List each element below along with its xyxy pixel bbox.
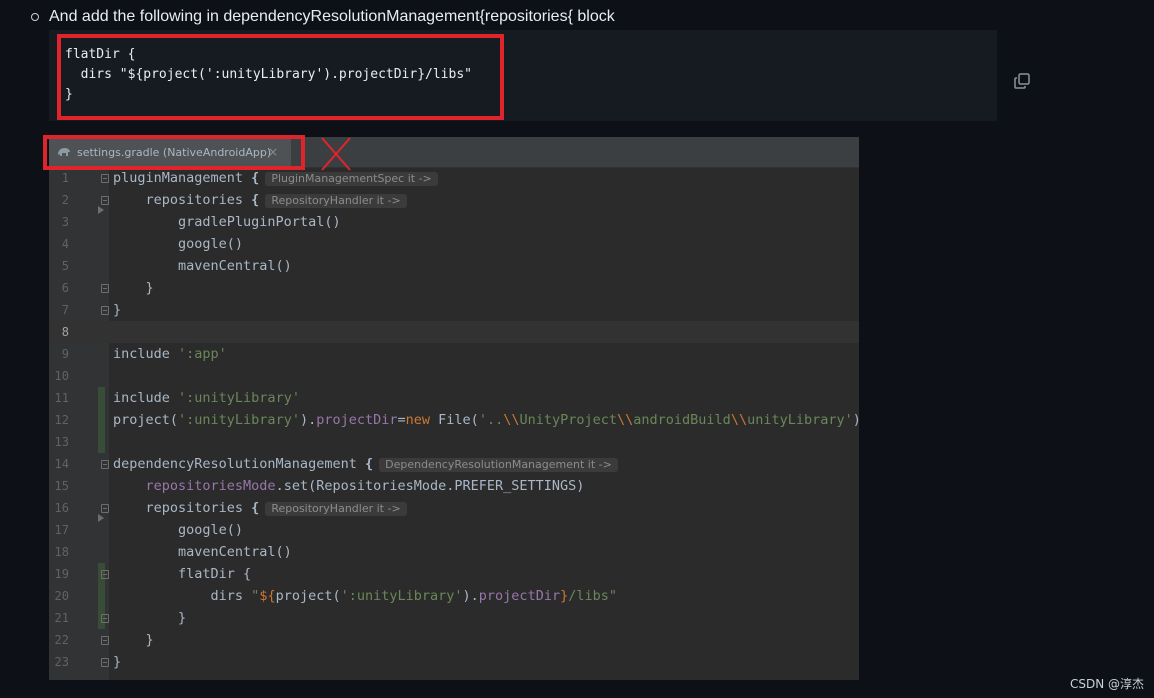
line-number: 22 xyxy=(54,633,69,647)
fold-icon[interactable] xyxy=(101,614,109,623)
code-line: 4 google() xyxy=(49,233,859,255)
code-text: repositories {RepositoryHandler it -> xyxy=(113,499,407,517)
line-number: 7 xyxy=(61,303,69,317)
copy-icon[interactable] xyxy=(1013,72,1031,90)
line-number: 11 xyxy=(54,391,69,405)
code-line: 20 dirs "${project(':unityLibrary').proj… xyxy=(49,585,859,607)
line-number: 20 xyxy=(54,589,69,603)
code-line: 9 include ':app' xyxy=(49,343,859,365)
line-number: 19 xyxy=(54,567,69,581)
fold-icon[interactable] xyxy=(101,636,109,645)
watermark: CSDN @淳杰 xyxy=(1070,677,1145,691)
fold-icon[interactable] xyxy=(101,284,109,293)
inlay-hint: RepositoryHandler it -> xyxy=(265,194,407,208)
fold-icon[interactable] xyxy=(101,196,109,205)
code-text: include ':app' xyxy=(113,346,227,362)
inlay-hint: PluginManagementSpec it -> xyxy=(265,172,438,186)
line-number: 15 xyxy=(54,479,69,493)
annotation-highlight-tab xyxy=(43,135,305,170)
code-line: 13 xyxy=(49,431,859,453)
line-number: 18 xyxy=(54,545,69,559)
list-bullet xyxy=(31,13,39,21)
code-text: google() xyxy=(113,236,244,252)
code-text: dirs "${project(':unityLibrary').project… xyxy=(113,588,617,604)
fold-icon[interactable] xyxy=(101,306,109,315)
code-line: 23 } xyxy=(49,651,859,673)
expand-arrow-icon[interactable] xyxy=(98,206,104,214)
red-x-mark xyxy=(321,137,351,171)
line-number: 5 xyxy=(61,259,69,273)
line-number: 16 xyxy=(54,501,69,515)
line-number: 8 xyxy=(61,325,69,339)
fold-icon[interactable] xyxy=(101,174,109,183)
code-text: flatDir { xyxy=(113,566,252,582)
line-number: 10 xyxy=(54,369,69,383)
code-text: } xyxy=(113,632,154,648)
line-number: 6 xyxy=(61,281,69,295)
line-number: 1 xyxy=(61,171,69,185)
code-line: 22 } xyxy=(49,629,859,651)
code-text: google() xyxy=(113,522,244,538)
line-number: 9 xyxy=(61,347,69,361)
line-number: 3 xyxy=(61,215,69,229)
code-line: 21 } xyxy=(49,607,859,629)
code-line: 15 repositoriesMode.set(RepositoriesMode… xyxy=(49,475,859,497)
code-line: 10 xyxy=(49,365,859,387)
code-text: gradlePluginPortal() xyxy=(113,214,341,230)
code-text: dependencyResolutionManagement {Dependen… xyxy=(113,455,618,473)
intro-text: And add the following in dependencyResol… xyxy=(49,8,615,25)
line-number: 23 xyxy=(54,655,69,669)
code-text: } xyxy=(113,302,122,318)
annotation-highlight-snippet xyxy=(57,34,504,120)
code-text: } xyxy=(113,610,187,626)
code-text: pluginManagement {PluginManagementSpec i… xyxy=(113,169,438,187)
line-number: 4 xyxy=(61,237,69,251)
code-text: repositories {RepositoryHandler it -> xyxy=(113,191,407,209)
code-line: 16 repositories {RepositoryHandler it -> xyxy=(49,497,859,519)
code-line: 7 } xyxy=(49,299,859,321)
code-line: 17 google() xyxy=(49,519,859,541)
line-number: 12 xyxy=(54,413,69,427)
code-line: 18 mavenCentral() xyxy=(49,541,859,563)
code-line: 11 include ':unityLibrary' xyxy=(49,387,859,409)
code-line: 2 repositories {RepositoryHandler it -> xyxy=(49,189,859,211)
code-text: repositoriesMode.set(RepositoriesMode.PR… xyxy=(145,478,585,494)
inlay-hint: RepositoryHandler it -> xyxy=(265,502,407,516)
code-text: } xyxy=(113,654,122,670)
fold-icon[interactable] xyxy=(101,504,109,513)
line-number: 21 xyxy=(54,611,69,625)
code-line: 5 mavenCentral() xyxy=(49,255,859,277)
fold-icon[interactable] xyxy=(101,658,109,667)
code-line: 12 project(':unityLibrary').projectDir=n… xyxy=(49,409,861,431)
inlay-hint: DependencyResolutionManagement it -> xyxy=(379,458,618,472)
code-text: } xyxy=(113,280,154,296)
code-line: 3 gradlePluginPortal() xyxy=(49,211,859,233)
code-text: mavenCentral() xyxy=(113,258,292,274)
code-text: include ':unityLibrary' xyxy=(113,390,300,406)
code-line: 14 dependencyResolutionManagement {Depen… xyxy=(49,453,859,475)
line-number: 13 xyxy=(54,435,69,449)
code-text: project(':unityLibrary').projectDir=new … xyxy=(113,412,861,428)
code-line: 1 pluginManagement {PluginManagementSpec… xyxy=(49,167,859,189)
code-text: mavenCentral() xyxy=(113,544,292,560)
expand-arrow-icon[interactable] xyxy=(98,514,104,522)
code-line-current: 8 xyxy=(49,321,859,343)
fold-icon[interactable] xyxy=(101,570,109,579)
line-number: 2 xyxy=(61,193,69,207)
fold-icon[interactable] xyxy=(101,460,109,469)
code-line: 19 flatDir { xyxy=(49,563,859,585)
code-line: 6 } xyxy=(49,277,859,299)
ide-screenshot: settings.gradle (NativeAndroidApp) × 1 p… xyxy=(49,137,861,680)
line-number: 17 xyxy=(54,523,69,537)
line-number: 14 xyxy=(54,457,69,471)
